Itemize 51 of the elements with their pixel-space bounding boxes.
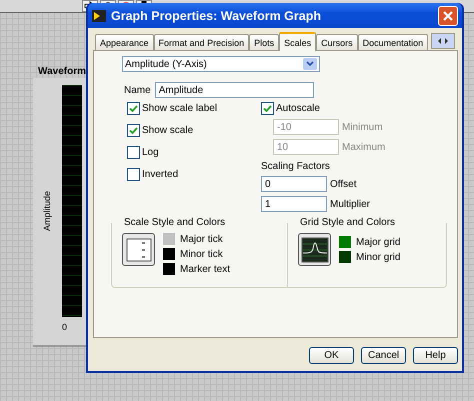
group-title: Grid Style and Colors (298, 217, 398, 228)
scale-style-button[interactable] (122, 233, 155, 266)
name-field[interactable]: Amplitude (154, 82, 314, 98)
color-swatch[interactable] (163, 233, 175, 245)
checkbox[interactable] (127, 124, 140, 137)
input-field[interactable]: 0 (261, 176, 327, 192)
field-label: Minimum (342, 122, 383, 132)
dialog-button[interactable]: Help (413, 347, 458, 364)
field-label: Offset (330, 178, 356, 190)
checkbox-label: Log (142, 147, 159, 158)
input-field[interactable]: 1 (261, 196, 327, 212)
tab[interactable]: Scales (279, 32, 316, 51)
color-swatch[interactable] (163, 248, 175, 260)
tab[interactable]: Cursors (316, 34, 358, 50)
checkbox[interactable] (127, 102, 140, 115)
color-label: Major tick (180, 234, 223, 244)
dialog-button[interactable]: Cancel (361, 347, 406, 364)
axis-dropdown[interactable]: Amplitude (Y-Axis) (122, 56, 320, 72)
color-label: Minor grid (356, 252, 400, 262)
grid-style-button[interactable] (298, 233, 331, 266)
tab[interactable]: Plots (249, 34, 280, 50)
axis-tick-label: 0 (62, 322, 68, 332)
color-swatch[interactable] (339, 251, 351, 263)
graph-label: Waveform (38, 66, 87, 78)
color-swatch[interactable] (339, 236, 351, 248)
checkbox[interactable] (261, 102, 274, 115)
checkbox[interactable] (127, 168, 140, 181)
checkbox-label: Autoscale (276, 103, 320, 114)
checkbox[interactable] (127, 146, 140, 159)
color-swatch[interactable] (163, 263, 175, 275)
group-title: Scale Style and Colors (122, 217, 228, 228)
close-icon (442, 10, 454, 22)
tab[interactable]: Documentation (358, 34, 428, 50)
name-label: Name (124, 84, 151, 96)
dialog-button[interactable]: OK (309, 347, 354, 364)
field-label: Multiplier (330, 198, 370, 210)
tab[interactable]: Appearance (95, 34, 154, 50)
window-title: Graph Properties: Waveform Graph (111, 8, 322, 22)
app-icon (92, 10, 106, 22)
close-button[interactable] (438, 6, 458, 26)
field-label: Maximum (342, 142, 386, 152)
checkbox-label: Show scale label (142, 103, 218, 114)
tab[interactable]: Format and Precision (154, 34, 250, 50)
color-label: Minor tick (180, 248, 223, 260)
axis-label: Amplitude (42, 191, 52, 232)
checkbox-label: Show scale (142, 125, 194, 136)
color-label: Major grid (356, 236, 400, 248)
checkbox-label: Inverted (142, 169, 178, 180)
section-label: Scaling Factors (261, 161, 331, 172)
color-label: Marker text (180, 264, 230, 274)
tab-scroll-arrows-icon[interactable] (431, 33, 456, 49)
